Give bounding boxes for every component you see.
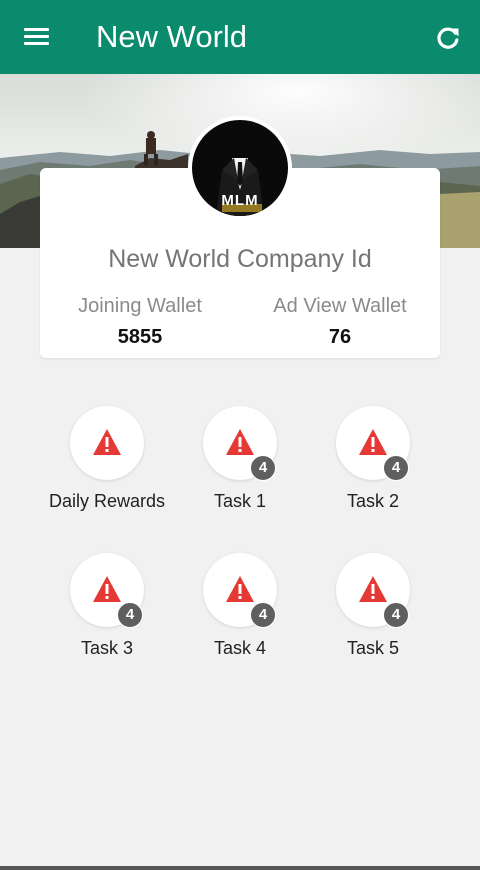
app-bar: New World [0, 0, 480, 74]
warning-icon [226, 576, 254, 602]
task-5-badge: 4 [383, 602, 409, 628]
warning-icon [93, 429, 121, 455]
task-5-tile[interactable]: 4 Task 5 [303, 553, 443, 673]
avatar: MLM [188, 116, 292, 220]
task-3-badge: 4 [117, 602, 143, 628]
company-name: New World Company Id [108, 245, 372, 273]
task-3-label: Task 3 [80, 638, 134, 658]
hamburger-menu-icon[interactable] [24, 25, 50, 47]
task-2-label: Task 2 [346, 491, 400, 511]
ad-view-wallet-value: 76 [328, 326, 352, 348]
joining-wallet: Joining Wallet 5855 [40, 294, 240, 349]
ad-view-wallet-label: Ad View Wallet [273, 295, 407, 317]
task-1-label: Task 1 [213, 491, 267, 511]
task-1-badge: 4 [250, 455, 276, 481]
avatar-text: MLM [221, 192, 259, 209]
app-title: New World [96, 19, 248, 54]
task-4-tile[interactable]: 4 Task 4 [170, 553, 310, 673]
daily-rewards-label: Daily Rewards [48, 491, 166, 511]
task-3-tile[interactable]: 4 Task 3 [37, 553, 177, 673]
task-1-button[interactable]: 4 [203, 406, 277, 481]
warning-icon [359, 429, 387, 455]
task-2-badge: 4 [383, 455, 409, 481]
refresh-icon[interactable] [434, 24, 462, 52]
task-5-button[interactable]: 4 [336, 553, 410, 628]
warning-icon [226, 429, 254, 455]
task-4-label: Task 4 [213, 638, 267, 658]
task-3-button[interactable]: 4 [70, 553, 144, 628]
bottom-divider [0, 866, 480, 870]
ad-view-wallet: Ad View Wallet 76 [240, 294, 440, 349]
daily-rewards-button[interactable] [70, 406, 144, 480]
task-2-button[interactable]: 4 [336, 406, 410, 481]
joining-wallet-label: Joining Wallet [78, 295, 202, 317]
task-4-button[interactable]: 4 [203, 553, 277, 628]
daily-rewards-tile[interactable]: Daily Rewards [37, 406, 177, 526]
warning-icon [359, 576, 387, 602]
warning-icon [93, 576, 121, 602]
task-5-label: Task 5 [346, 638, 400, 658]
task-2-tile[interactable]: 4 Task 2 [303, 406, 443, 526]
task-1-tile[interactable]: 4 Task 1 [170, 406, 310, 526]
task-4-badge: 4 [250, 602, 276, 628]
joining-wallet-value: 5855 [117, 326, 163, 348]
